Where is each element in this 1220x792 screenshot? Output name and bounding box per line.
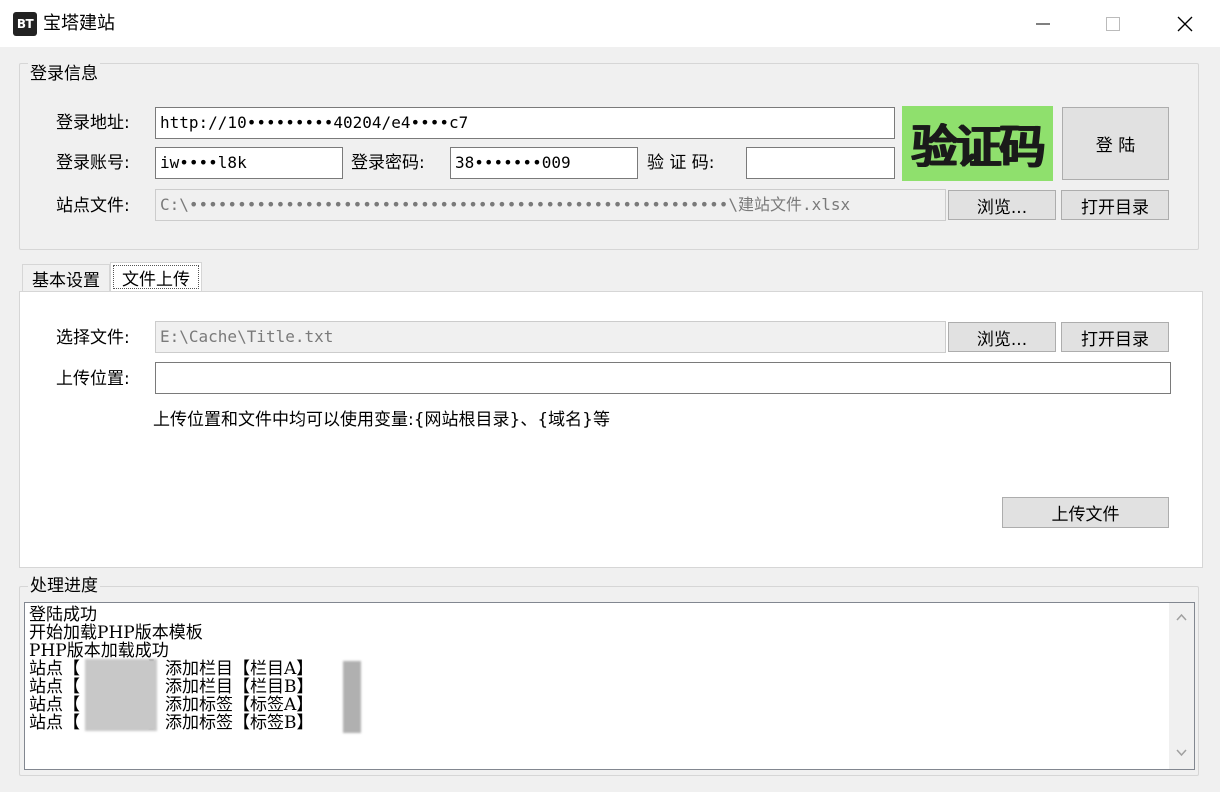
upload-file-button[interactable]: 上传文件 — [1002, 497, 1169, 528]
tab-file-upload[interactable]: 文件上传 — [110, 262, 202, 292]
redacted-site-name — [85, 659, 157, 731]
close-icon — [1177, 16, 1193, 31]
url-label: 登录地址: — [56, 113, 130, 133]
tab-basic-settings[interactable]: 基本设置 — [22, 264, 110, 292]
maximize-icon — [1106, 16, 1120, 31]
upload-position-input[interactable] — [155, 362, 1171, 394]
redacted-tail — [343, 661, 361, 733]
captcha-image[interactable]: 验证码 — [902, 106, 1053, 181]
chevron-down-icon[interactable] — [1176, 749, 1187, 757]
account-input[interactable]: iw••••l8k — [155, 147, 343, 179]
site-file-open-dir-button[interactable]: 打开目录 — [1061, 190, 1169, 220]
log-lines: 登陆成功 开始加载PHP版本模板 PHP版本加载成功 站点【 】添加栏目【栏目A… — [29, 606, 314, 732]
log-line: 站点【 】添加栏目【栏目A】 — [29, 659, 314, 679]
log-line: 站点【 】添加标签【标签A】 — [29, 695, 314, 715]
log-line: 开始加载PHP版本模板 — [29, 623, 203, 643]
select-file-browse-button[interactable]: 浏览... — [948, 322, 1056, 352]
log-line: 站点【 】添加栏目【栏目B】 — [29, 677, 314, 697]
captcha-label: 验 证 码: — [647, 153, 715, 173]
title-bar: BT 宝塔建站 — [0, 0, 1220, 47]
site-file-input[interactable]: C:\•••••••••••••••••••••••••••••••••••••… — [155, 189, 946, 221]
account-label: 登录账号: — [56, 153, 130, 173]
captcha-input[interactable] — [746, 147, 895, 179]
close-button[interactable] — [1150, 0, 1220, 47]
log-line: PHP版本加载成功 — [29, 641, 169, 661]
login-button[interactable]: 登 陆 — [1062, 107, 1169, 180]
progress-log[interactable]: 登陆成功 开始加载PHP版本模板 PHP版本加载成功 站点【 】添加栏目【栏目A… — [24, 602, 1195, 770]
select-file-open-dir-button[interactable]: 打开目录 — [1061, 322, 1169, 352]
log-line: 站点【 】添加标签【标签B】 — [29, 713, 314, 733]
window-title: 宝塔建站 — [43, 13, 115, 34]
chevron-up-icon[interactable] — [1176, 613, 1187, 621]
site-file-browse-button[interactable]: 浏览... — [948, 190, 1056, 220]
progress-group-label: 处理进度 — [28, 575, 100, 597]
minimize-button[interactable] — [1008, 0, 1078, 47]
minimize-icon — [1036, 23, 1050, 24]
app-icon: BT — [13, 12, 37, 36]
captcha-image-text: 验证码 — [911, 119, 1046, 174]
upload-hint: 上传位置和文件中均可以使用变量:{网站根目录}、{域名}等 — [153, 410, 610, 430]
select-file-input[interactable]: E:\Cache\Title.txt — [155, 321, 946, 353]
upload-position-label: 上传位置: — [56, 369, 130, 389]
site-file-label: 站点文件: — [56, 196, 130, 216]
url-input[interactable]: http://10•••••••••40204/e4••••c7 — [155, 107, 895, 139]
password-input[interactable]: 38•••••••009 — [450, 147, 638, 179]
login-group-label: 登录信息 — [28, 63, 100, 85]
select-file-label: 选择文件: — [56, 328, 130, 348]
maximize-button[interactable] — [1078, 0, 1148, 47]
log-line: 登陆成功 — [29, 605, 97, 625]
password-label: 登录密码: — [351, 153, 425, 173]
log-scrollbar[interactable] — [1169, 603, 1194, 769]
